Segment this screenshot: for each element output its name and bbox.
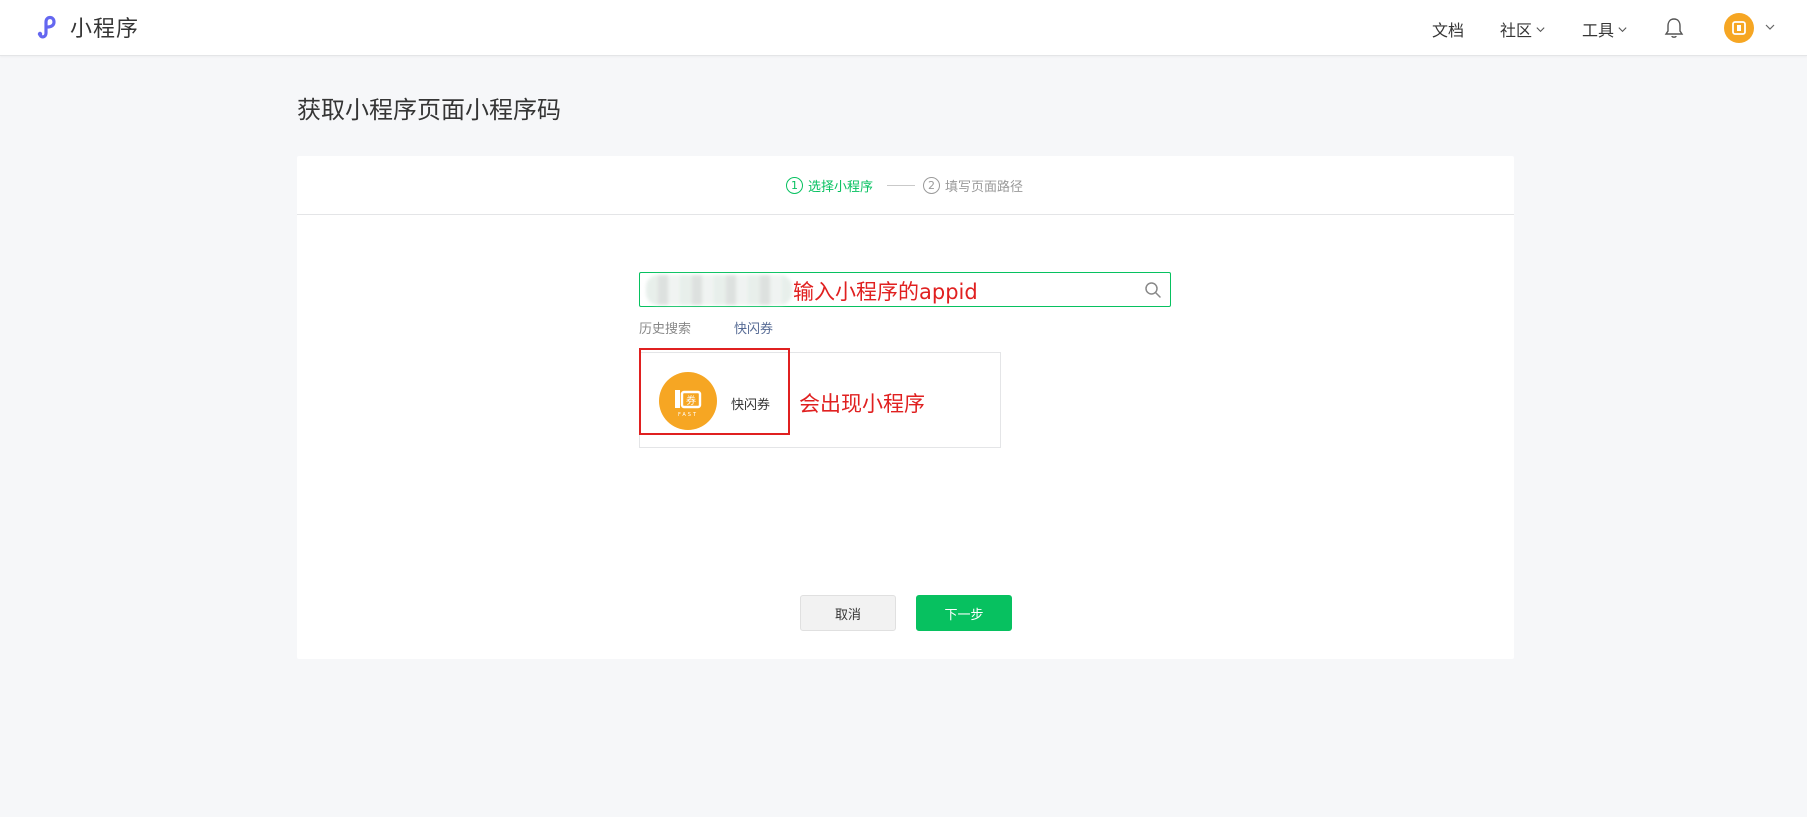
nav-community[interactable]: 社区: [1500, 17, 1546, 41]
top-navigation-bar: 小程序 文档 社区 工具: [0, 0, 1807, 56]
step-connector: [887, 185, 915, 186]
chevron-down-icon: [1536, 26, 1545, 32]
step-fill-page-path: 2 填写页面路径: [923, 176, 1023, 195]
account-chevron-down-icon[interactable]: [1764, 21, 1776, 33]
nav-tools[interactable]: 工具: [1582, 17, 1628, 41]
app-name: 快闪券: [731, 398, 771, 413]
history-search-item[interactable]: 快闪券: [734, 318, 773, 337]
avatar-icon: [1732, 21, 1746, 35]
main-card: 1 选择小程序 2 填写页面路径 输入小程序的appid 历史搜索 快闪券 券: [297, 156, 1514, 659]
search-icon[interactable]: [1144, 281, 1162, 299]
page-title: 获取小程序页面小程序码: [297, 96, 561, 124]
history-search-label: 历史搜索: [639, 322, 692, 337]
annotation-mini-program-appears: 会出现小程序: [799, 392, 925, 416]
nav-docs[interactable]: 文档: [1432, 17, 1464, 41]
coupon-icon: 券 FAST: [675, 390, 702, 418]
nav-tools-label: 工具: [1582, 21, 1615, 40]
search-result-item[interactable]: 券 FAST 快闪券: [639, 348, 790, 435]
step-label: 填写页面路径: [945, 180, 1024, 195]
step-select-mini-program: 1 选择小程序: [786, 176, 873, 195]
nav-docs-label: 文档: [1432, 21, 1465, 40]
nav-community-label: 社区: [1500, 21, 1533, 40]
cancel-button[interactable]: 取消: [800, 595, 896, 631]
next-step-button[interactable]: 下一步: [916, 595, 1012, 631]
app-logo-subtext: FAST: [678, 412, 698, 418]
notification-bell-icon[interactable]: [1664, 17, 1684, 39]
user-avatar[interactable]: [1724, 13, 1754, 43]
step-number: 2: [923, 177, 940, 194]
app-logo: 券 FAST: [659, 372, 717, 430]
mini-program-logo-icon: [37, 15, 56, 39]
step-label: 选择小程序: [808, 180, 874, 195]
logo-text: 小程序: [70, 17, 140, 42]
step-number: 1: [786, 177, 803, 194]
app-logo-glyph: 券: [686, 394, 696, 407]
annotation-enter-appid: 输入小程序的appid: [793, 280, 978, 304]
step-indicator: 1 选择小程序 2 填写页面路径: [297, 156, 1514, 215]
chevron-down-icon: [1618, 26, 1627, 32]
mini-program-logo[interactable]: 小程序: [32, 12, 139, 42]
